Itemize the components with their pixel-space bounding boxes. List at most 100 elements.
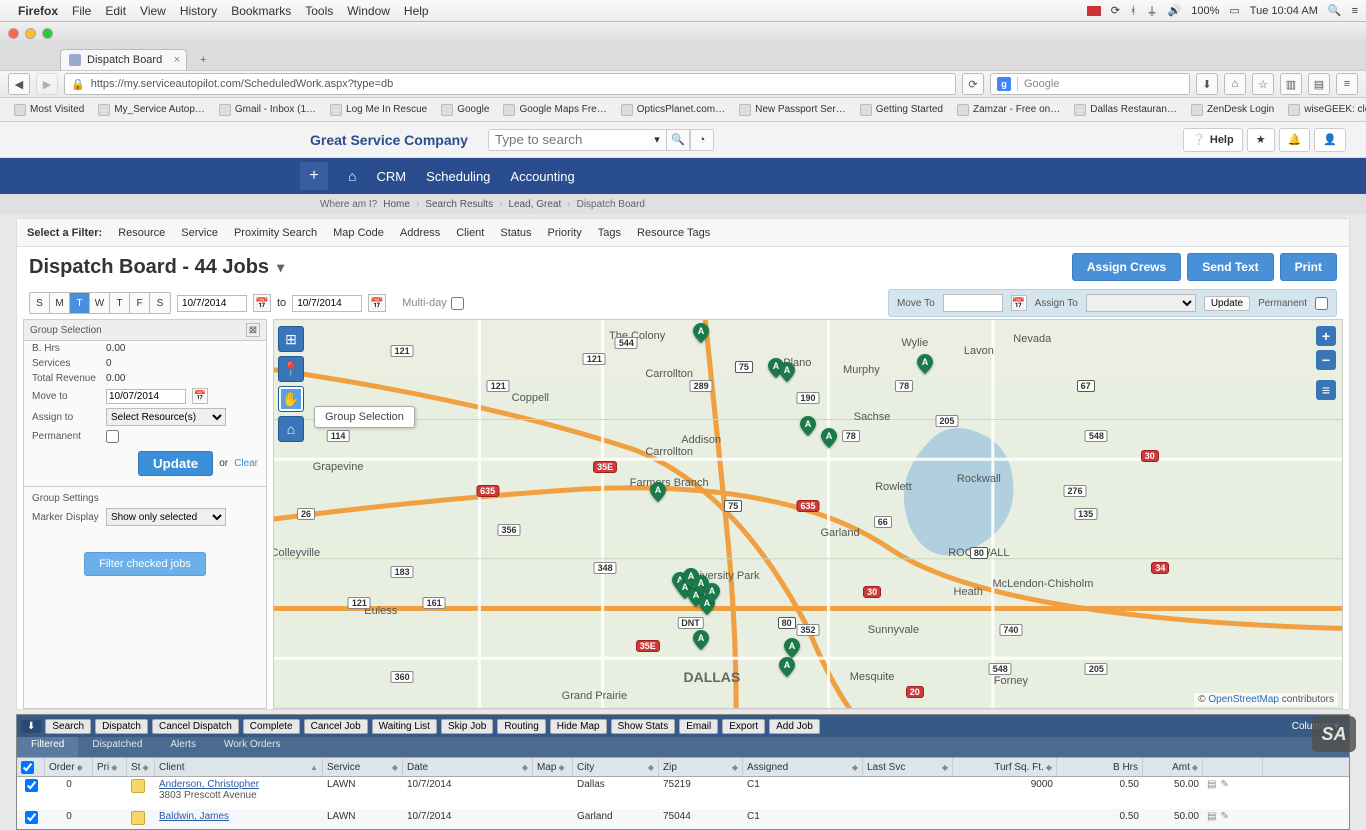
- bookmark-item[interactable]: My_Service Autop…: [92, 102, 211, 118]
- help-button[interactable]: ❔Help: [1183, 128, 1243, 152]
- app-search-recent-button[interactable]: ◔: [690, 129, 714, 151]
- grid-btn-email[interactable]: Email: [679, 719, 718, 734]
- col-order[interactable]: Order: [49, 762, 75, 773]
- browser-tab[interactable]: Dispatch Board ×: [60, 49, 187, 70]
- nav-crm[interactable]: CRM: [376, 169, 406, 184]
- map-tool-home[interactable]: ⌂: [278, 416, 304, 442]
- menu-history[interactable]: History: [180, 4, 217, 18]
- menu-file[interactable]: File: [72, 4, 91, 18]
- window-close-button[interactable]: [8, 28, 19, 39]
- grid-btn-cancel-job[interactable]: Cancel Job: [304, 719, 368, 734]
- date-to-input[interactable]: [292, 295, 362, 312]
- reload-button[interactable]: ⟳: [962, 73, 984, 95]
- client-link[interactable]: Anderson, Christopher: [159, 779, 259, 790]
- grid-toggle-button[interactable]: ⬇: [21, 720, 41, 733]
- grid-tab-work-orders[interactable]: Work Orders: [210, 737, 295, 757]
- browser-search-box[interactable]: g Google: [990, 73, 1190, 95]
- menu-tools[interactable]: Tools: [305, 4, 333, 18]
- bluetooth-icon[interactable]: ᚼ: [1130, 5, 1137, 17]
- sb-assignto-select[interactable]: Select Resource(s): [106, 408, 226, 426]
- sidebar-button[interactable]: ▥: [1280, 73, 1302, 95]
- row-action-icon[interactable]: ▤: [1207, 811, 1216, 822]
- favorites-button[interactable]: ★: [1247, 128, 1275, 152]
- map-marker[interactable]: A: [917, 354, 933, 374]
- wifi-icon[interactable]: ⏚: [1147, 3, 1158, 19]
- map-tool-expand[interactable]: ⊞: [278, 326, 304, 352]
- volume-icon[interactable]: 🔊: [1168, 4, 1182, 17]
- date-from-input[interactable]: [177, 295, 247, 312]
- library-button[interactable]: ▤: [1308, 73, 1330, 95]
- title-dropdown-icon[interactable]: ▾: [277, 259, 284, 276]
- marker-display-select[interactable]: Show only selected: [106, 508, 226, 526]
- panel-close-button[interactable]: ⊠: [246, 323, 260, 337]
- sb-moveto-input[interactable]: [106, 389, 186, 404]
- row-action-icon[interactable]: ✎: [1220, 811, 1228, 822]
- map-zoom-out-button[interactable]: −: [1316, 350, 1336, 370]
- col-city[interactable]: City: [577, 762, 594, 773]
- filter-tags[interactable]: Tags: [598, 227, 621, 239]
- day-cell[interactable]: S: [30, 293, 50, 313]
- col-pri[interactable]: Pri: [97, 762, 109, 773]
- window-minimize-button[interactable]: [25, 28, 36, 39]
- map[interactable]: DALLASPlanoCarrolltonCarrolltonAddisonFa…: [273, 319, 1343, 709]
- day-cell[interactable]: W: [90, 293, 110, 313]
- assignto-select[interactable]: [1086, 294, 1196, 312]
- map-marker[interactable]: A: [693, 630, 709, 650]
- bookmark-item[interactable]: Dallas Restauran…: [1068, 102, 1183, 118]
- filter-proximity-search[interactable]: Proximity Search: [234, 227, 317, 239]
- menu-help[interactable]: Help: [404, 4, 429, 18]
- map-marker[interactable]: A: [650, 482, 666, 502]
- grid-tab-filtered[interactable]: Filtered: [17, 737, 78, 757]
- menubar-app-name[interactable]: Firefox: [18, 4, 58, 18]
- sb-moveto-calendar-icon[interactable]: 📅: [192, 388, 208, 404]
- grid-btn-complete[interactable]: Complete: [243, 719, 300, 734]
- map-layers-button[interactable]: ≡: [1316, 380, 1336, 400]
- row-checkbox[interactable]: [25, 779, 38, 792]
- home-button[interactable]: ⌂: [1224, 73, 1246, 95]
- filter-client[interactable]: Client: [456, 227, 484, 239]
- battery-icon[interactable]: ▭: [1229, 4, 1239, 17]
- back-button[interactable]: ◀: [8, 73, 30, 95]
- permanent-checkbox[interactable]: [1315, 297, 1328, 310]
- assign-crews-button[interactable]: Assign Crews: [1072, 253, 1181, 281]
- col-client[interactable]: Client: [159, 762, 185, 773]
- notifications-button[interactable]: 🔔: [1279, 128, 1311, 152]
- calendar-from-icon[interactable]: 📅: [253, 294, 271, 312]
- col-lastsvc[interactable]: Last Svc: [867, 762, 905, 773]
- notification-center-icon[interactable]: ≡: [1352, 5, 1358, 17]
- bookmark-item[interactable]: wiseGEEK: clear a…: [1282, 102, 1366, 118]
- spotlight-icon[interactable]: 🔍: [1328, 4, 1342, 17]
- breadcrumb-home[interactable]: Home: [383, 199, 410, 210]
- nav-add-button[interactable]: +: [300, 162, 328, 190]
- calendar-to-icon[interactable]: 📅: [368, 294, 386, 312]
- col-bhrs[interactable]: B Hrs: [1113, 762, 1138, 773]
- filter-resource[interactable]: Resource: [118, 227, 165, 239]
- map-tool-pin[interactable]: 📍: [278, 356, 304, 382]
- select-all-checkbox[interactable]: [21, 761, 34, 774]
- account-button[interactable]: 👤: [1314, 128, 1346, 152]
- bookmark-item[interactable]: Gmail - Inbox (1…: [213, 102, 322, 118]
- col-st[interactable]: St: [131, 762, 140, 773]
- col-turf[interactable]: Turf Sq. Ft.: [994, 762, 1044, 773]
- map-marker[interactable]: A: [779, 362, 795, 382]
- map-marker[interactable]: A: [693, 323, 709, 343]
- bookmark-star-button[interactable]: ☆: [1252, 73, 1274, 95]
- table-row[interactable]: 0Baldwin, JamesLAWN10/7/2014Garland75044…: [17, 809, 1349, 829]
- map-marker[interactable]: A: [784, 638, 800, 658]
- nav-scheduling[interactable]: Scheduling: [426, 169, 490, 184]
- col-date[interactable]: Date: [407, 762, 428, 773]
- forward-button[interactable]: ▶: [36, 73, 58, 95]
- app-search-dropdown[interactable]: ▾: [648, 129, 666, 151]
- filter-checked-jobs-button[interactable]: Filter checked jobs: [84, 552, 206, 576]
- filter-status[interactable]: Status: [500, 227, 531, 239]
- map-marker[interactable]: A: [821, 428, 837, 448]
- grid-btn-hide-map[interactable]: Hide Map: [550, 719, 607, 734]
- sync-icon[interactable]: ⟳: [1111, 4, 1120, 17]
- col-map[interactable]: Map: [537, 762, 556, 773]
- quick-update-button[interactable]: Update: [1204, 296, 1250, 311]
- sb-clear-link[interactable]: Clear: [234, 458, 258, 469]
- clock[interactable]: Tue 10:04 AM: [1250, 5, 1318, 17]
- row-action-icon[interactable]: ▤: [1207, 779, 1216, 790]
- download-button[interactable]: ⬇: [1196, 73, 1218, 95]
- address-bar[interactable]: 🔒 https://my.serviceautopilot.com/Schedu…: [64, 73, 956, 95]
